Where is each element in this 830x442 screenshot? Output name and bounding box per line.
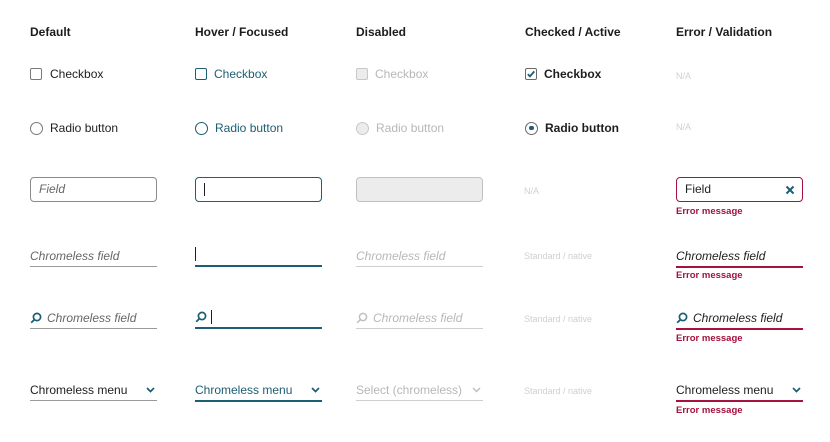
chromeless-field-default[interactable]: Chromeless field — [30, 249, 157, 267]
search-field-focused[interactable] — [195, 310, 322, 329]
checkmark-icon — [527, 70, 535, 78]
chevron-down-icon — [472, 387, 481, 393]
underline — [676, 400, 803, 402]
chevron-down-icon — [146, 387, 155, 393]
header-default: Default — [30, 25, 71, 39]
text-cursor — [204, 183, 206, 196]
checkbox-label: Checkbox — [50, 67, 104, 81]
search-placeholder: Chromeless field — [47, 311, 137, 325]
underline — [356, 400, 483, 401]
clear-icon[interactable] — [785, 185, 795, 195]
search-placeholder: Chromeless field — [373, 311, 463, 325]
text-cursor — [195, 247, 197, 261]
search-field-error-message: Error message — [676, 333, 743, 344]
search-icon — [195, 311, 207, 323]
chromeless-value: Chromeless field — [676, 249, 766, 263]
radio-default[interactable]: Radio button — [30, 121, 118, 135]
menu-value: Select (chromeless) — [356, 383, 463, 397]
field-disabled — [356, 177, 483, 202]
checkbox-box — [525, 68, 537, 80]
menu-value: Chromeless menu — [30, 383, 128, 397]
chromeless-field-error-message: Error message — [676, 270, 743, 281]
underline — [356, 328, 483, 329]
search-field-disabled: Chromeless field — [356, 311, 483, 329]
header-hover-focused: Hover / Focused — [195, 25, 289, 39]
radio-error-na: N/A — [676, 122, 692, 132]
radio-hover[interactable]: Radio button — [195, 121, 283, 135]
search-value: Chromeless field — [693, 311, 783, 325]
underline — [195, 327, 322, 329]
checkbox-label: Checkbox — [375, 67, 429, 81]
radio-dot-icon — [529, 125, 534, 130]
checkbox-disabled: Checkbox — [356, 67, 428, 81]
field-focused[interactable] — [195, 177, 322, 202]
menu-error[interactable]: Chromeless menu — [676, 383, 803, 402]
search-field-error[interactable]: Chromeless field — [676, 311, 803, 330]
chevron-down-icon — [792, 387, 801, 393]
field-checked-na: N/A — [524, 186, 540, 196]
checkbox-hover[interactable]: Checkbox — [195, 67, 267, 81]
chromeless-field-disabled: Chromeless field — [356, 249, 483, 267]
underline — [195, 265, 322, 267]
menu-checked-na: Standard / native — [524, 386, 593, 396]
field-error-message: Error message — [676, 206, 743, 217]
chromeless-field-error[interactable]: Chromeless field — [676, 249, 803, 268]
radio-disabled: Radio button — [356, 121, 444, 135]
chromeless-field-checked-na: Standard / native — [524, 251, 593, 261]
header-error-validation: Error / Validation — [676, 25, 773, 39]
checkbox-label: Checkbox — [214, 67, 268, 81]
radio-circle — [30, 121, 43, 135]
menu-value: Chromeless menu — [676, 383, 774, 397]
menu-disabled: Select (chromeless) — [356, 383, 483, 401]
checkbox-checked[interactable]: Checkbox — [525, 67, 601, 81]
header-disabled: Disabled — [356, 25, 407, 39]
text-cursor — [211, 310, 213, 324]
search-field-checked-na: Standard / native — [524, 314, 593, 324]
field-error[interactable]: Field — [676, 177, 803, 202]
field-placeholder: Field — [39, 182, 66, 196]
search-field-default[interactable]: Chromeless field — [30, 311, 157, 329]
search-icon — [356, 312, 368, 324]
chromeless-field-focused[interactable] — [195, 247, 322, 267]
menu-default[interactable]: Chromeless menu — [30, 383, 157, 401]
field-default[interactable]: Field — [30, 177, 157, 202]
radio-circle — [195, 121, 208, 135]
menu-error-message: Error message — [676, 405, 743, 416]
menu-hover[interactable]: Chromeless menu — [195, 383, 322, 402]
underline — [30, 266, 157, 267]
menu-value: Chromeless menu — [195, 383, 293, 397]
radio-label: Radio button — [50, 121, 119, 135]
checkbox-label: Checkbox — [544, 67, 602, 81]
underline — [195, 400, 322, 402]
underline — [676, 266, 803, 268]
radio-label: Radio button — [215, 121, 284, 135]
radio-circle — [356, 121, 369, 135]
underline — [30, 328, 157, 329]
radio-circle — [525, 121, 538, 135]
search-icon — [676, 312, 688, 324]
radio-label: Radio button — [376, 121, 445, 135]
chevron-down-icon — [311, 387, 320, 393]
underline — [356, 266, 483, 267]
checkbox-error-na: N/A — [676, 71, 692, 81]
checkbox-box — [356, 68, 368, 80]
checkbox-default[interactable]: Checkbox — [30, 67, 103, 81]
checkbox-box — [30, 68, 42, 80]
field-value: Field — [685, 182, 712, 196]
header-checked-active: Checked / Active — [525, 25, 621, 39]
search-icon — [30, 312, 42, 324]
checkbox-box — [195, 68, 207, 80]
chromeless-placeholder: Chromeless field — [30, 249, 120, 263]
chromeless-placeholder: Chromeless field — [356, 249, 446, 263]
underline — [30, 400, 157, 401]
radio-label: Radio button — [545, 121, 619, 135]
radio-checked[interactable]: Radio button — [525, 121, 619, 135]
underline — [676, 328, 803, 330]
